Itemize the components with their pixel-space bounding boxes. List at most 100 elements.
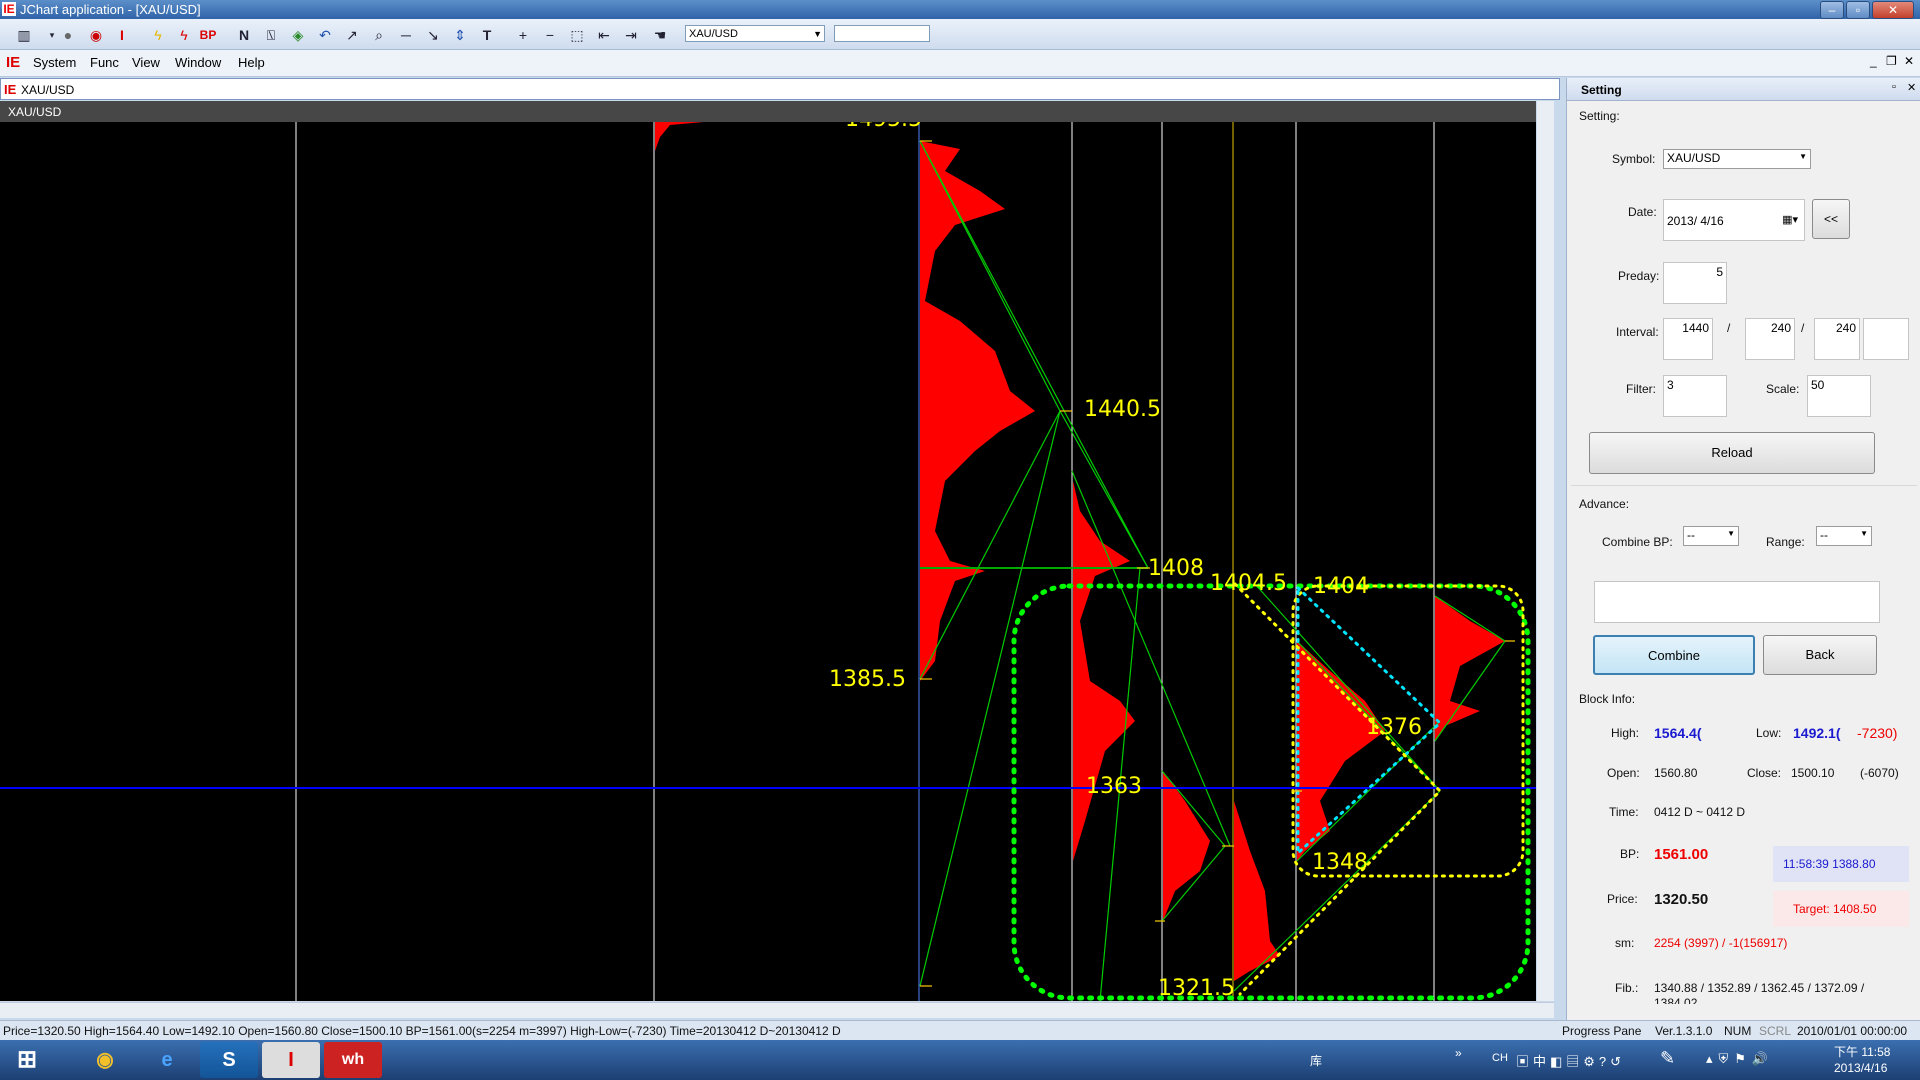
symbol-label: Symbol:: [1612, 152, 1656, 166]
combine-button[interactable]: Combine: [1593, 635, 1755, 675]
toolbar-input[interactable]: [834, 25, 930, 42]
combine-bp-select[interactable]: -- ▼: [1683, 526, 1739, 546]
target-box: Target: 1408.50: [1773, 891, 1909, 927]
combine-text-area[interactable]: [1594, 581, 1880, 623]
lightning-icon[interactable]: ϟ: [148, 25, 168, 45]
n-icon[interactable]: N: [234, 25, 254, 45]
volume-profile-fourth: [1234, 801, 1280, 981]
menu-help[interactable]: Help: [238, 55, 265, 70]
expand-toolbar-icon[interactable]: »: [1455, 1046, 1462, 1060]
hand-icon[interactable]: ☚: [650, 25, 670, 45]
interval-input-2[interactable]: 240: [1745, 318, 1795, 360]
chart-icon[interactable]: ▥: [14, 25, 34, 45]
close-diff-value: (-6070): [1860, 766, 1899, 780]
chart-canvas[interactable]: 1495.5 1440.5 1408 1385.5 1404.5 1404 13…: [0, 101, 1536, 1001]
date-picker[interactable]: 2013/ 4/16 ▦▾: [1663, 199, 1805, 241]
mdi-minimize-button[interactable]: _: [1870, 54, 1877, 68]
calendar-icon[interactable]: ▦▾: [1782, 213, 1798, 226]
menu-logo-icon: IE: [6, 54, 21, 71]
chrome-taskbar-icon[interactable]: ◉: [76, 1042, 134, 1078]
hline-icon[interactable]: ─: [396, 25, 416, 45]
undo-icon[interactable]: ↶: [315, 25, 335, 45]
start-button[interactable]: ⊞: [0, 1042, 54, 1078]
chevron-down-icon: ▼: [1727, 529, 1735, 538]
price-ticks: [920, 140, 1515, 987]
menu-func[interactable]: Func: [90, 55, 119, 70]
high-value: 1564.4(: [1654, 725, 1702, 741]
ime-toolbar-icons[interactable]: ▣中◧▤⚙?↺: [1516, 1051, 1625, 1070]
price-label: 1363: [1086, 774, 1142, 799]
mdi-restore-button[interactable]: ❐: [1886, 54, 1897, 68]
interval-input-4[interactable]: [1863, 318, 1909, 360]
volume-profile-fifth: [1297, 641, 1385, 861]
skype-taskbar-icon[interactable]: S: [200, 1042, 258, 1078]
minimize-button[interactable]: –: [1820, 1, 1844, 19]
ie-logo-icon[interactable]: I: [112, 25, 132, 45]
vertical-scrollbar[interactable]: [1537, 101, 1554, 1001]
updown-icon[interactable]: ⇕: [450, 25, 470, 45]
price-label: 1404: [1313, 574, 1369, 599]
mdi-close-button[interactable]: ✕: [1904, 54, 1914, 68]
panel-pin-icon[interactable]: ▫: [1892, 81, 1896, 93]
bp-icon[interactable]: BP: [198, 25, 218, 45]
minus-icon[interactable]: −: [540, 25, 560, 45]
jchart-taskbar-icon[interactable]: I: [262, 1042, 320, 1078]
circle-icon[interactable]: ●: [58, 25, 78, 45]
lightning-red-icon[interactable]: ϟ: [174, 25, 194, 45]
back-button[interactable]: Back: [1763, 635, 1877, 675]
left-arrow-icon[interactable]: ⇤: [594, 25, 614, 45]
symbol-select[interactable]: XAU/USD ▼: [1663, 149, 1811, 169]
interval-input-3[interactable]: 240: [1814, 318, 1860, 360]
text-icon[interactable]: T: [477, 25, 497, 45]
menu-window[interactable]: Window: [175, 55, 221, 70]
select-icon[interactable]: ⬚: [567, 25, 587, 45]
document-tab[interactable]: IE XAU/USD: [0, 78, 1560, 100]
diagonal-icon[interactable]: ↘: [423, 25, 443, 45]
status-datetime: 2010/01/01 00:00:00: [1797, 1024, 1908, 1038]
volume-profile-main: [920, 141, 1035, 681]
filter-input[interactable]: 3: [1663, 375, 1727, 417]
right-arrow-icon[interactable]: ⇥: [621, 25, 641, 45]
toolbar-symbol-select[interactable]: XAU/USD ▼: [685, 25, 825, 42]
ime-indicator[interactable]: CH: [1492, 1052, 1508, 1064]
sm-value: 2254 (3997) / -1(156917): [1654, 936, 1788, 950]
panel-close-icon[interactable]: ✕: [1907, 81, 1916, 94]
status-bar: Price=1320.50 High=1564.40 Low=1492.10 O…: [0, 1020, 1920, 1041]
taskbar-date: 2013/4/16: [1834, 1061, 1888, 1075]
range-select[interactable]: -- ▼: [1816, 526, 1872, 546]
close-window-button[interactable]: ✕: [1872, 1, 1914, 19]
pen-tray-icon[interactable]: ✎: [1660, 1048, 1675, 1069]
arrow-icon[interactable]: ↗: [342, 25, 362, 45]
preday-input[interactable]: 5: [1663, 262, 1727, 304]
date-back-button[interactable]: <<: [1812, 199, 1850, 239]
ie-taskbar-icon[interactable]: e: [138, 1042, 196, 1078]
high-label: High:: [1611, 726, 1640, 740]
close-label: Close:: [1747, 766, 1782, 780]
zoom-icon[interactable]: ⌕: [369, 25, 389, 45]
cube-icon[interactable]: ◈: [288, 25, 308, 45]
app-logo-icon: IE: [2, 2, 16, 16]
plus-icon[interactable]: +: [513, 25, 533, 45]
interval-input-1[interactable]: 1440: [1663, 318, 1713, 360]
volume-profile-second: [1073, 481, 1135, 861]
menu-view[interactable]: View: [132, 55, 160, 70]
reload-button[interactable]: Reload: [1589, 432, 1875, 474]
volume-profile-sixth: [1435, 596, 1505, 741]
system-tray-icons[interactable]: ▴⛨⚑🔊: [1706, 1051, 1774, 1067]
n-outline-icon[interactable]: ⍂: [261, 25, 281, 45]
wh-taskbar-icon[interactable]: wh: [324, 1042, 382, 1078]
horizontal-scrollbar[interactable]: [0, 1002, 1554, 1018]
scale-input[interactable]: 50: [1807, 375, 1871, 417]
status-progress: Progress Pane: [1562, 1024, 1642, 1038]
bp-time-value: 11:58:39 1388.80: [1783, 857, 1876, 871]
status-quote-text: Price=1320.50 High=1564.40 Low=1492.10 O…: [3, 1024, 841, 1038]
menu-system[interactable]: System: [33, 55, 76, 70]
price-label: 1440.5: [1084, 397, 1161, 422]
car-icon[interactable]: ◉: [86, 25, 106, 45]
window-title: JChart application - [XAU/USD]: [20, 2, 201, 17]
price-label: 1348: [1312, 850, 1368, 875]
price-label-text: Price:: [1607, 892, 1638, 906]
interval-separator: /: [1727, 321, 1731, 335]
library-toolbar[interactable]: 库: [1310, 1052, 1322, 1069]
restore-button[interactable]: ▫: [1846, 1, 1870, 19]
